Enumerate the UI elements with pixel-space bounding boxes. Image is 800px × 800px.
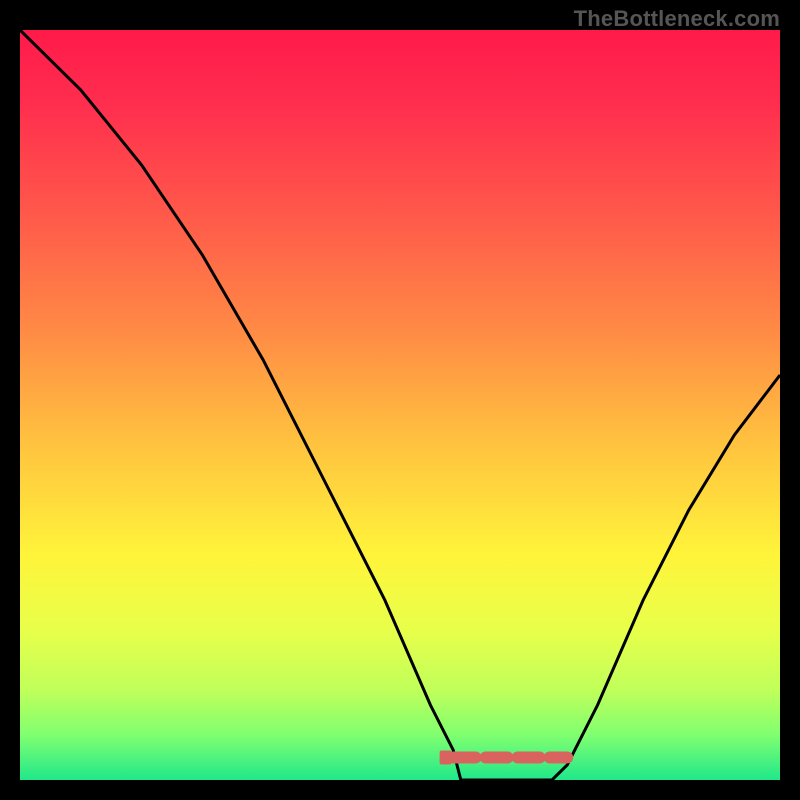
- watermark-text: TheBottleneck.com: [574, 6, 780, 32]
- chart-svg: [20, 30, 780, 780]
- chart-container: TheBottleneck.com: [0, 0, 800, 800]
- plot-area: [20, 30, 780, 780]
- optimal-band-markers: [440, 751, 568, 765]
- gradient-background: [20, 30, 780, 780]
